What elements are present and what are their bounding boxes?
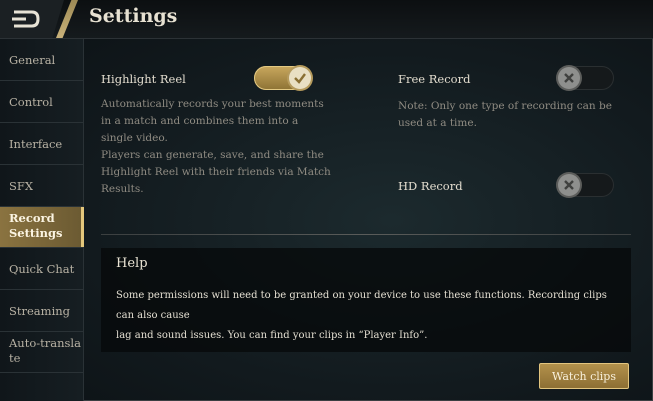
header-bar: Settings xyxy=(0,0,653,39)
desc-line: single video. xyxy=(101,132,168,144)
sidebar-item-label: Quick Chat xyxy=(9,262,75,276)
sidebar-item-label: Streaming xyxy=(9,304,71,318)
help-panel: Help Some permissions will need to be gr… xyxy=(101,248,631,352)
toggle-knob xyxy=(558,67,580,89)
desc-line: Results. xyxy=(101,183,144,195)
sidebar-item-label: te xyxy=(9,351,21,365)
sidebar-item-auto-translate[interactable]: Auto-transla te xyxy=(0,332,83,373)
sidebar-item-streaming[interactable]: Streaming xyxy=(0,290,83,332)
hd-record-label: HD Record xyxy=(398,179,463,193)
page-title: Settings xyxy=(89,5,178,27)
hd-record-toggle[interactable] xyxy=(556,173,614,197)
highlight-reel-toggle[interactable] xyxy=(254,66,312,90)
help-line: lag and sound issues. You can find your … xyxy=(116,330,428,341)
sidebar-item-label: Interface xyxy=(9,137,63,151)
sidebar-item-label: Control xyxy=(9,95,53,109)
desc-line: Highlight Reel with their friends via Ma… xyxy=(101,166,331,178)
close-icon xyxy=(564,73,574,83)
back-arrow-icon xyxy=(12,10,40,28)
sidebar-item-sfx[interactable]: SFX xyxy=(0,165,83,207)
check-icon xyxy=(294,73,306,84)
sidebar-item-label: SFX xyxy=(9,179,34,193)
sidebar-item-interface[interactable]: Interface xyxy=(0,123,83,165)
note-line: used at a time. xyxy=(398,117,477,129)
sidebar-item-label: General xyxy=(9,53,56,67)
free-record-label: Free Record xyxy=(398,72,471,86)
sidebar-item-label: Settings xyxy=(9,226,63,240)
help-text: Some permissions will need to be granted… xyxy=(116,286,621,346)
help-line: Some permissions will need to be granted… xyxy=(116,290,607,321)
highlight-reel-label: Highlight Reel xyxy=(101,72,186,86)
toggle-knob xyxy=(558,174,580,196)
desc-line: Automatically records your best moments xyxy=(101,98,324,110)
desc-line: in a match and combines them into a xyxy=(101,115,299,127)
watch-clips-button[interactable]: Watch clips xyxy=(539,363,629,389)
desc-line: Players can generate, save, and share th… xyxy=(101,149,324,161)
close-icon xyxy=(564,180,574,190)
settings-sidebar: General Control Interface SFX Record Set… xyxy=(0,39,84,401)
toggle-knob xyxy=(289,67,311,89)
free-record-note: Note: Only one type of recording can be … xyxy=(398,98,638,132)
sidebar-item-label: Auto-transla xyxy=(9,336,81,350)
highlight-reel-description: Automatically records your best moments … xyxy=(101,96,351,198)
sidebar-item-control[interactable]: Control xyxy=(0,81,83,123)
sidebar-item-quick-chat[interactable]: Quick Chat xyxy=(0,248,83,290)
help-title: Help xyxy=(116,256,148,271)
section-divider xyxy=(101,234,631,235)
sidebar-item-record-settings[interactable]: Record Settings xyxy=(0,207,84,248)
back-button[interactable] xyxy=(0,0,64,38)
sidebar-item-label: Record xyxy=(9,211,55,225)
note-line: Note: Only one type of recording can be xyxy=(398,100,612,112)
free-record-toggle[interactable] xyxy=(556,66,614,90)
sidebar-item-general[interactable]: General xyxy=(0,39,83,81)
